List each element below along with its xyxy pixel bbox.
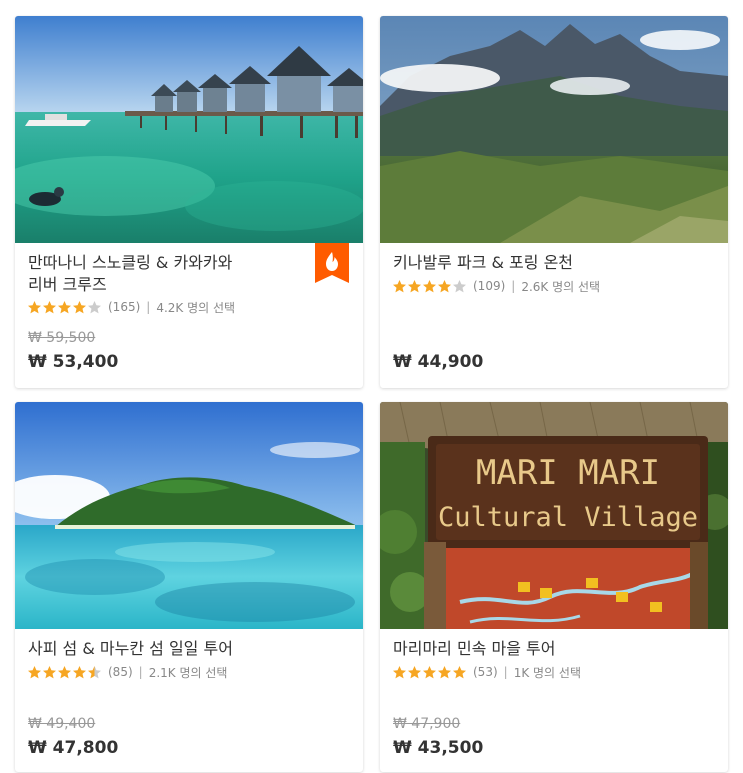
- sign-text: Cultural Village: [438, 502, 698, 533]
- separator: |: [138, 665, 143, 679]
- chosen-count: 4.2K 명의 선택: [156, 300, 236, 315]
- hot-deal-badge-icon: [315, 243, 349, 283]
- activity-image[interactable]: MARI MARI Cultural Village: [380, 402, 728, 629]
- review-count: (85): [108, 665, 133, 679]
- sale-price: ₩ 43,500: [393, 738, 484, 758]
- activity-card[interactable]: MARI MARI Cultural Village 마리마리 민속 마을 투어…: [380, 402, 728, 772]
- original-price: ₩ 49,400: [28, 716, 96, 732]
- rating-stars: [392, 279, 467, 294]
- chosen-count: 2.6K 명의 선택: [521, 279, 601, 294]
- title-line: 마리마리 민속 마을 투어: [393, 639, 556, 658]
- star-icon: [28, 665, 41, 678]
- original-price: ₩ 59,500: [28, 330, 96, 346]
- star-icon: [43, 300, 56, 313]
- title-line: 키나발루 파크 & 포링 온천: [393, 253, 574, 272]
- activity-card[interactable]: 만따나니 스노클링 & 카와카와 리버 크루즈 (165) | 4.2K 명의 …: [15, 16, 363, 388]
- activity-image[interactable]: [15, 402, 363, 629]
- title-line: 만따나니 스노클링 & 카와카와: [28, 253, 233, 272]
- star-icon: [423, 279, 436, 292]
- star-icon: [58, 300, 71, 313]
- activity-title[interactable]: 키나발루 파크 & 포링 온천: [393, 252, 673, 274]
- star-icon: [453, 665, 466, 678]
- activity-card[interactable]: 사피 섬 & 마누칸 섬 일일 투어 (85) | 2.1K 명의 선택 ₩ 4…: [15, 402, 363, 772]
- activity-image[interactable]: [380, 16, 728, 243]
- review-count: (165): [108, 300, 141, 314]
- rating-row: (109) | 2.6K 명의 선택: [392, 278, 600, 294]
- star-icon: [453, 279, 466, 292]
- star-icon: [43, 665, 56, 678]
- activity-card[interactable]: 키나발루 파크 & 포링 온천 (109) | 2.6K 명의 선택 ₩ 44,…: [380, 16, 728, 388]
- star-icon: [393, 279, 406, 292]
- star-icon: [423, 665, 436, 678]
- star-icon: [393, 665, 406, 678]
- separator: |: [511, 279, 516, 293]
- star-icon: [408, 279, 421, 292]
- star-icon: [408, 665, 421, 678]
- separator: |: [503, 665, 508, 679]
- title-line: 리버 크루즈: [28, 275, 107, 294]
- star-icon: [28, 300, 41, 313]
- star-icon: [88, 665, 101, 678]
- star-icon: [438, 665, 451, 678]
- rating-row: (165) | 4.2K 명의 선택: [27, 299, 235, 315]
- star-icon: [438, 279, 451, 292]
- title-line: 사피 섬 & 마누칸 섬 일일 투어: [28, 639, 233, 658]
- activity-title[interactable]: 마리마리 민속 마을 투어: [393, 638, 673, 660]
- rating-stars: [27, 300, 102, 315]
- star-icon: [88, 300, 101, 313]
- sale-price: ₩ 47,800: [28, 738, 119, 758]
- separator: |: [146, 300, 151, 314]
- original-price: ₩ 47,900: [393, 716, 461, 732]
- chosen-count: 1K 명의 선택: [513, 665, 581, 680]
- review-count: (109): [473, 279, 506, 293]
- star-icon: [58, 665, 71, 678]
- sale-price: ₩ 53,400: [28, 352, 119, 372]
- review-count: (53): [473, 665, 498, 679]
- sale-price: ₩ 44,900: [393, 352, 484, 372]
- rating-row: (85) | 2.1K 명의 선택: [27, 664, 227, 680]
- activity-title[interactable]: 사피 섬 & 마누칸 섬 일일 투어: [28, 638, 308, 660]
- star-icon: [73, 300, 86, 313]
- rating-stars: [392, 665, 467, 680]
- rating-row: (53) | 1K 명의 선택: [392, 664, 581, 680]
- sign-text: MARI MARI: [476, 453, 660, 493]
- rating-stars: [27, 665, 102, 680]
- activity-image[interactable]: [15, 16, 363, 243]
- star-icon: [73, 665, 86, 678]
- chosen-count: 2.1K 명의 선택: [148, 665, 228, 680]
- activity-title[interactable]: 만따나니 스노클링 & 카와카와 리버 크루즈: [28, 252, 308, 296]
